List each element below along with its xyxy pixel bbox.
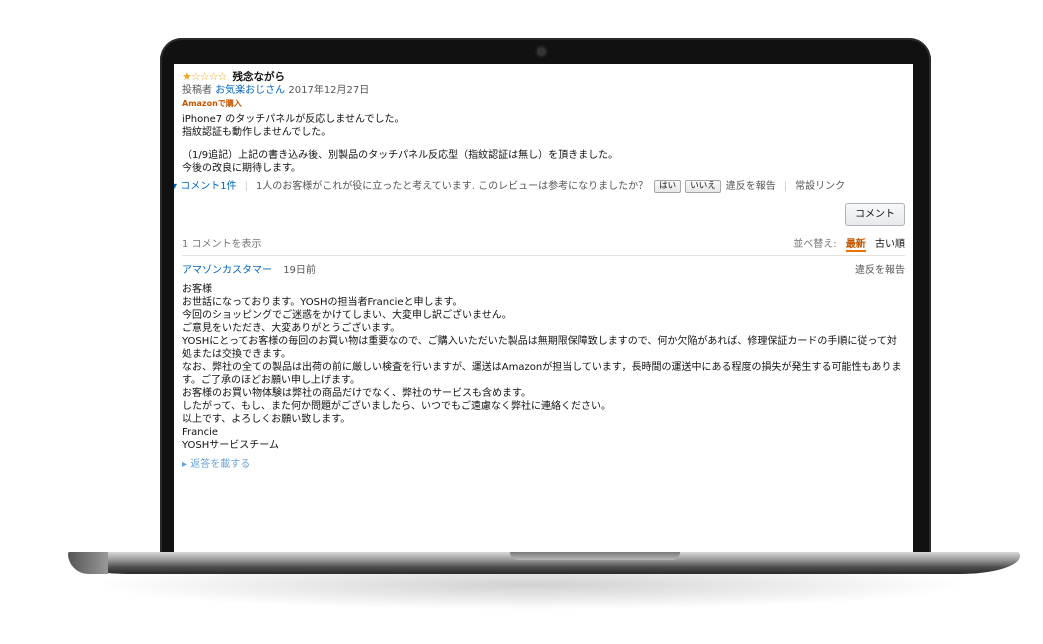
comment-author-link[interactable]: アマゾンカスタマー — [182, 265, 272, 276]
helpful-yes-button[interactable]: はい — [654, 180, 682, 193]
comment-line: YOSHにとってお客様の毎回のお買い物は重要なので、ご購入いただいた製品は無期限… — [182, 336, 897, 360]
laptop-base — [68, 552, 1020, 574]
review-actions: ▾ コメント1件 | 1人のお客様がこれが役に立ったと考えています. このレビュ… — [174, 180, 905, 193]
review-body: iPhone7 のタッチパネルが反応しませんでした。 指紋認証も動作しませんでし… — [182, 113, 905, 175]
review-meta: 投稿者 お気楽おじさん 2017年12月27日 — [182, 84, 905, 97]
webcam-icon — [537, 47, 546, 56]
comments-toggle[interactable]: ▾ コメント1件 — [174, 180, 237, 193]
comment-age: 19日前 — [283, 265, 316, 276]
comments-header: 1 コメントを表示 並べ替え: 最新 古い順 — [182, 238, 905, 256]
comment-report-link[interactable]: 違反を報告 — [855, 264, 905, 277]
sort-controls: 並べ替え: 最新 古い順 — [793, 238, 905, 252]
helpful-text: 1人のお客様がこれが役に立ったと考えています. このレビューは参考になりましたか… — [255, 181, 649, 192]
review-title[interactable]: 残念ながら — [233, 71, 286, 83]
comment-button-row: コメント — [182, 203, 905, 226]
review-line: 今後の改良に期待します。 — [182, 163, 301, 174]
laptop-screen: ★☆☆☆☆ 残念ながら 投稿者 お気楽おじさん 2017年12月27日 Amaz… — [174, 64, 913, 554]
review-date: 2017年12月27日 — [288, 85, 370, 96]
review-line: （1/9追記）上記の書き込み後、別製品のタッチパネル反応型（指紋認証は無し）を頂… — [182, 150, 619, 161]
permalink-link[interactable]: 常設リンク — [795, 180, 845, 193]
comment-header: アマゾンカスタマー 19日前 違反を報告 — [182, 264, 905, 277]
comment-line: Francie — [182, 427, 219, 438]
review-line: 指紋認証も動作しませんでした。 — [182, 127, 332, 138]
report-abuse-link[interactable]: 違反を報告 — [726, 180, 776, 193]
comment-line: お世話になっております。YOSHの担当者Francieと申します。 — [182, 297, 463, 308]
review-header: ★☆☆☆☆ 残念ながら — [182, 70, 905, 84]
comment-button[interactable]: コメント — [845, 203, 905, 226]
laptop-bezel: ★☆☆☆☆ 残念ながら 投稿者 お気楽おじさん 2017年12月27日 Amaz… — [160, 38, 931, 558]
review-author-link[interactable]: お気楽おじさん — [215, 85, 285, 96]
posted-by-label: 投稿者 — [182, 85, 212, 96]
comment-line: YOSHサービスチーム — [182, 440, 279, 451]
comment-line: ご意見をいただき、大変ありがとうございます。 — [182, 323, 401, 334]
show-comments-label[interactable]: 1 コメントを表示 — [182, 238, 262, 251]
star-rating-icon: ★☆☆☆☆ — [182, 70, 227, 83]
comment-line: なお、弊社の全ての製品は出荷の前に厳しい検査を行いますが、運送はAmazonが担… — [182, 362, 902, 386]
comment-line: 以上です、よろしくお願い致します。 — [182, 414, 351, 425]
verified-purchase-badge: Amazonで購入 — [182, 99, 242, 108]
sort-label: 並べ替え: — [793, 239, 837, 250]
sort-oldest-tab[interactable]: 古い順 — [875, 239, 905, 250]
divider: | — [244, 181, 248, 192]
review-line: iPhone7 のタッチパネルが反応しませんでした。 — [182, 114, 405, 125]
laptop-opening-notch — [510, 552, 680, 560]
comment-line: したがって、もし、また何か問題がございましたら、いつでもご遠慮なく弊社に連絡くだ… — [182, 401, 611, 412]
comment-line: お客様のお買い物体験は弊社の商品だけでなく、弊社のサービスも含めます。 — [182, 388, 531, 399]
review-page: ★☆☆☆☆ 残念ながら 投稿者 お気楽おじさん 2017年12月27日 Amaz… — [174, 64, 913, 471]
comment-line: お客様 — [182, 284, 212, 295]
divider: | — [783, 181, 788, 192]
sort-newest-tab[interactable]: 最新 — [845, 239, 866, 252]
helpful-no-button[interactable]: いいえ — [685, 180, 721, 193]
comment-body: お客様 お世話になっております。YOSHの担当者Francieと申します。 今回… — [182, 283, 905, 452]
reply-link[interactable]: ▸ 返答を載する — [182, 458, 905, 471]
comment-line: 今回のショッピングでご迷惑をかけてしまい、大変申し訳ございません。 — [182, 310, 512, 321]
